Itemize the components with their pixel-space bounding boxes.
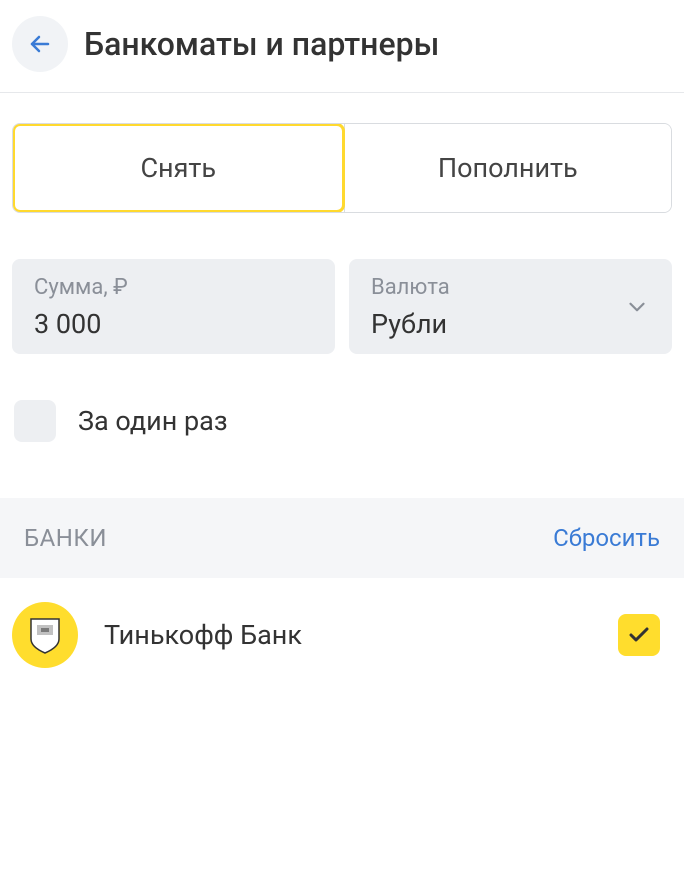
tab-deposit[interactable]: Пополнить	[344, 124, 672, 212]
header: Банкоматы и партнеры	[0, 0, 684, 92]
amount-label: Сумма, ₽	[34, 275, 315, 300]
amount-value: 3 000	[34, 308, 315, 340]
single-transaction-checkbox[interactable]	[14, 400, 56, 442]
banks-section-title: БАНКИ	[24, 524, 107, 552]
fields-row: Сумма, ₽ 3 000 Валюта Рубли	[12, 259, 672, 354]
arrow-left-icon	[28, 32, 52, 56]
chevron-down-icon	[624, 294, 650, 320]
amount-field[interactable]: Сумма, ₽ 3 000	[12, 259, 335, 354]
banks-section-header: БАНКИ Сбросить	[0, 498, 684, 578]
page-title: Банкоматы и партнеры	[84, 25, 439, 63]
bank-name: Тинькофф Банк	[104, 619, 592, 651]
checkmark-icon	[627, 623, 651, 647]
currency-value: Рубли	[371, 308, 652, 340]
tab-withdraw-label: Снять	[140, 152, 216, 184]
bank-checkbox[interactable]	[618, 614, 660, 656]
bank-logo-tinkoff	[12, 602, 78, 668]
content: Снять Пополнить Сумма, ₽ 3 000 Валюта Ру…	[0, 93, 684, 692]
operation-tabs: Снять Пополнить	[12, 123, 672, 213]
bank-row[interactable]: Тинькофф Банк	[12, 578, 672, 692]
single-transaction-label: За один раз	[78, 405, 228, 437]
tab-withdraw[interactable]: Снять	[12, 123, 345, 213]
currency-field[interactable]: Валюта Рубли	[349, 259, 672, 354]
back-button[interactable]	[12, 16, 68, 72]
reset-banks-link[interactable]: Сбросить	[553, 524, 660, 552]
tab-deposit-label: Пополнить	[438, 152, 578, 184]
shield-icon	[27, 615, 63, 655]
currency-label: Валюта	[371, 275, 652, 300]
single-transaction-row: За один раз	[12, 400, 672, 442]
